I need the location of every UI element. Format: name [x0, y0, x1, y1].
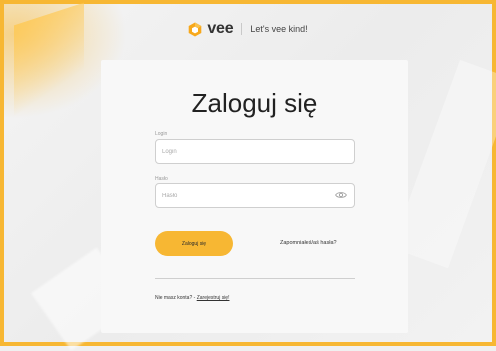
- password-input[interactable]: [155, 183, 355, 208]
- tagline: Let's vee kind!: [250, 24, 308, 34]
- password-label: Hasło: [155, 176, 168, 182]
- register-row: Nie masz konta? - Zarejestruj się!: [155, 295, 229, 301]
- header: vee Let's vee kind!: [0, 20, 496, 38]
- login-card: Zaloguj się Login Hasło Zaloguj się Zapo…: [101, 60, 408, 333]
- divider-line: [155, 278, 355, 279]
- register-link[interactable]: Zarejestruj się!: [197, 295, 230, 301]
- register-prompt: Nie masz konta? -: [155, 295, 196, 301]
- login-input[interactable]: [155, 139, 355, 164]
- page-title: Zaloguj się: [191, 88, 318, 118]
- brand-logo[interactable]: vee: [188, 20, 234, 38]
- brand-name: vee: [207, 20, 234, 37]
- eye-icon[interactable]: [335, 191, 347, 199]
- login-label: Login: [155, 131, 168, 137]
- login-button[interactable]: Zaloguj się: [155, 231, 233, 256]
- forgot-password-link[interactable]: Zapomniałeś/aś hasła?: [280, 240, 337, 246]
- header-divider: [241, 23, 243, 35]
- hexagon-logo-icon: [189, 22, 202, 36]
